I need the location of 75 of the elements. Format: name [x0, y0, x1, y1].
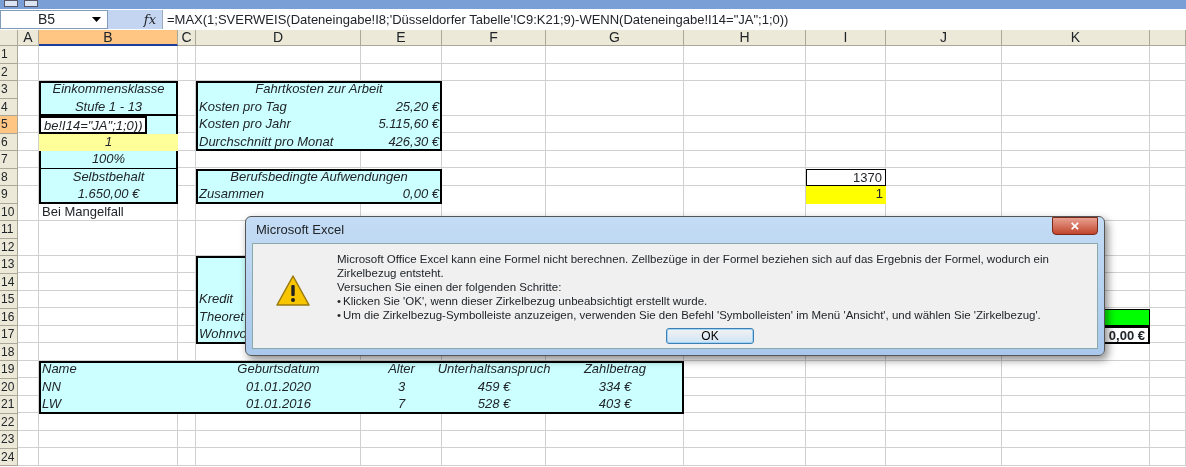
row-header[interactable]: 11 — [0, 221, 18, 239]
dialog-title: Microsoft Excel — [256, 221, 345, 240]
toolbar-icon[interactable] — [4, 0, 18, 7]
table-cell-text: 7 — [396, 396, 407, 413]
table-cell-text: 334 € — [597, 378, 633, 396]
row-header[interactable]: 19 — [0, 361, 18, 379]
column-header[interactable]: H — [684, 30, 806, 46]
row-header[interactable]: 3 — [0, 81, 18, 99]
column-header[interactable]: F — [442, 30, 546, 46]
cell-text: Selbstbehalt — [71, 168, 146, 186]
toolbar-icon[interactable] — [24, 0, 38, 7]
cell-text: Wohnvo — [198, 326, 248, 343]
table-cell-text: 459 € — [476, 378, 512, 396]
table-cell-text: 403 € — [597, 396, 633, 413]
column-header[interactable]: I — [806, 30, 886, 46]
column-heading: Zahlbetrag — [582, 361, 648, 378]
row-header[interactable]: 9 — [0, 186, 18, 204]
column-header[interactable]: D — [196, 30, 361, 46]
cell-text: 0,00 € — [401, 186, 441, 203]
bullet: • — [337, 294, 342, 308]
cell-text: 1.650,00 € — [76, 186, 141, 203]
row-header[interactable]: 13 — [0, 256, 18, 274]
cell-text: Theoret — [198, 308, 246, 326]
row-header[interactable]: 15 — [0, 291, 18, 309]
bullet: • — [337, 308, 342, 322]
cell-text: Bei Mangelfall — [41, 203, 125, 221]
table-cell-text: 528 € — [476, 396, 512, 413]
cell-text: Berufsbedingte Aufwendungen — [229, 168, 409, 186]
formula-field[interactable]: =MAX(1;SVERWEIS(Dateneingabe!I8;'Düsseldorfer Tabelle'!C9:K21;9)-WENN(Dateneingabe!I14="JA";1;0)) — [162, 10, 1186, 29]
column-heading: Geburtsdatum — [236, 361, 321, 378]
cell-text: Stufe 1 - 13 — [73, 98, 144, 116]
row-header[interactable]: 17 — [0, 326, 18, 344]
active-cell[interactable]: be!I14="JA";1;0)) — [39, 116, 148, 134]
cell-text: 5.115,60 € — [377, 116, 441, 133]
column-heading: Name — [41, 361, 78, 378]
dropdown-arrow-icon — [92, 17, 101, 22]
row-header[interactable]: 5 — [0, 116, 18, 134]
table-cell-text: NN — [41, 378, 62, 396]
cell-text: Kredit — [198, 291, 235, 308]
cell-text: 100% — [90, 151, 127, 168]
row-header[interactable]: 23 — [0, 431, 18, 449]
table-cell-text: 01.01.2020 — [244, 378, 313, 396]
message-text: Versuchen Sie einen der folgenden Schritte: — [337, 280, 562, 294]
row-header[interactable]: 21 — [0, 396, 18, 414]
cell-text: Kosten pro Jahr — [198, 116, 293, 133]
cell-text: Zusammen — [197, 186, 266, 203]
step-text: Klicken Sie 'OK', wenn dieser Zirkelbezug unbeabsichtigt erstellt wurde. — [343, 294, 708, 308]
cell-text: 25,20 € — [394, 98, 441, 116]
column-header[interactable]: E — [361, 30, 442, 46]
step-text: Um die Zirkelbezug-Symbolleiste anzuzeigen, verwenden Sie den Befehl 'Symbolleisten' im Menü 'Ansicht', und wählen Sie 'Zirkelbezug'. — [343, 308, 1041, 322]
table-cell-text: LW — [41, 396, 63, 413]
table-cell-text: 01.01.2016 — [244, 396, 313, 413]
name-box[interactable]: B5 — [0, 10, 108, 29]
cell-text: Einkommensklasse — [51, 81, 166, 98]
cell-text: Fahrtkosten zur Arbeit — [254, 81, 384, 98]
column-header[interactable]: C — [178, 30, 196, 46]
value-cell: 1 — [806, 186, 886, 204]
column-header[interactable]: G — [546, 30, 684, 46]
column-heading: Unterhaltsanspruch — [436, 361, 552, 378]
table-cell-text: 3 — [396, 378, 407, 396]
cell-text: 426,30 € — [387, 133, 441, 151]
value-cell: 1370 — [806, 168, 886, 186]
cell-text: Durchschnitt pro Monat — [198, 133, 335, 151]
cell-text: Kosten pro Tag — [198, 98, 288, 116]
column-header[interactable]: J — [886, 30, 1002, 46]
ok-button[interactable]: OK — [666, 328, 754, 344]
row-header[interactable]: 7 — [0, 151, 18, 169]
warning-icon — [275, 274, 311, 308]
message-text: Microsoft Office Excel kann eine Formel nicht berechnen. Zellbezüge in der Formel beziehen sich auf das Ergebnis der Formel, wodurch ein Zirkelbezug entsteht. — [337, 252, 1050, 280]
column-header[interactable]: K — [1002, 30, 1150, 46]
column-header[interactable]: B — [39, 30, 178, 46]
column-header[interactable]: A — [18, 30, 39, 46]
function-button[interactable]: fx — [143, 9, 156, 30]
row-header[interactable]: 1 — [0, 46, 18, 64]
column-heading: Alter — [387, 361, 417, 378]
